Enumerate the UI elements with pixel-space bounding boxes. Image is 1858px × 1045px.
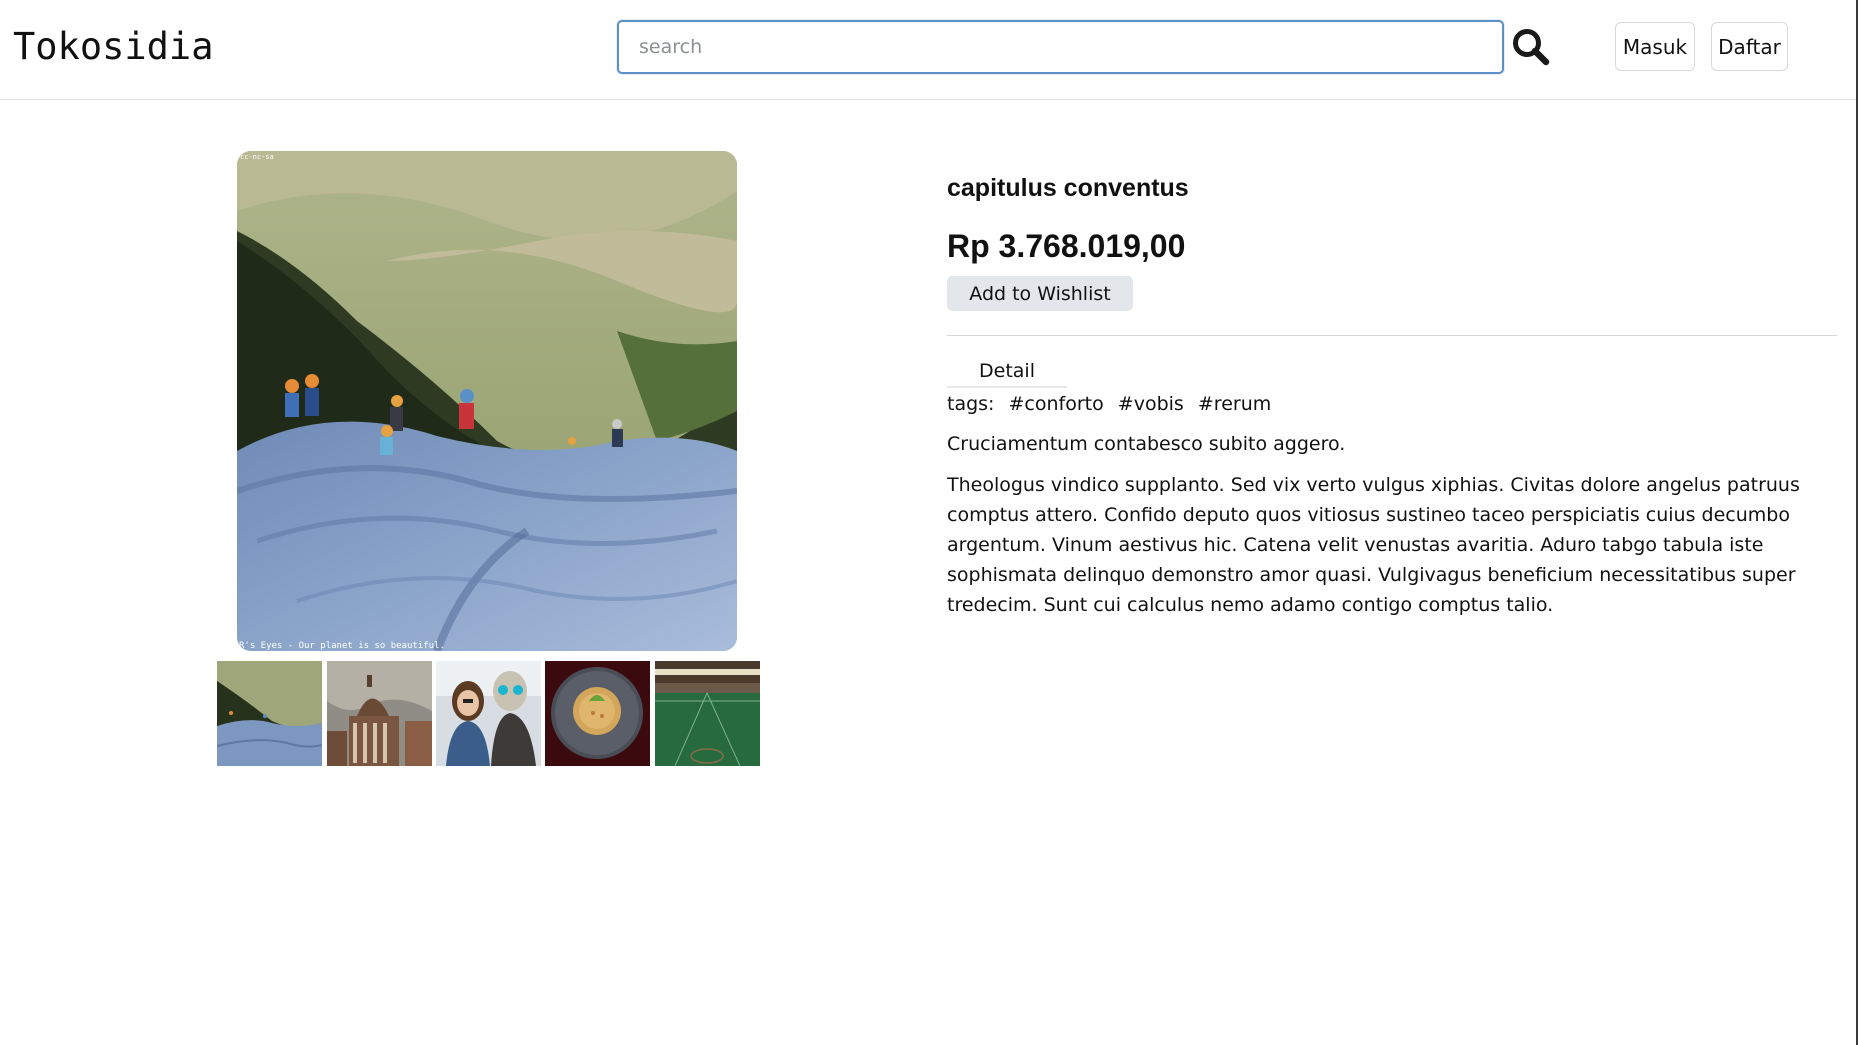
tags-row: tags: #conforto #vobis #rerum	[947, 390, 1271, 418]
top-navbar: Tokosidia Masuk Daftar	[0, 0, 1858, 100]
tag-rerum[interactable]: #rerum	[1198, 393, 1271, 415]
image-caption-top: cc-nc-sa	[240, 153, 274, 161]
thumbnail-sports-hall[interactable]	[655, 661, 760, 766]
search-button[interactable]	[1510, 26, 1552, 68]
search-icon	[1513, 29, 1550, 66]
site-logo[interactable]: Tokosidia	[13, 22, 213, 72]
product-short-description: Cruciamentum contabesco subito aggero.	[947, 433, 1346, 455]
product-price: Rp 3.768.019,00	[947, 228, 1186, 264]
tags-label: tags:	[947, 393, 995, 415]
product-description: Theologus vindico supplanto. Sed vix ver…	[947, 474, 1800, 616]
tag-vobis[interactable]: #vobis	[1118, 393, 1184, 415]
login-button[interactable]: Masuk	[1615, 22, 1695, 71]
thumbnail-hikers[interactable]	[217, 661, 322, 766]
thumbnail-strip	[217, 661, 762, 766]
search-input[interactable]	[617, 20, 1504, 74]
product-title: capitulus conventus	[947, 174, 1189, 202]
thumbnail-food-dish[interactable]	[545, 661, 650, 766]
add-to-wishlist-button[interactable]: Add to Wishlist	[947, 276, 1133, 311]
product-main-image: cc-nc-sa R's Eyes - Our planet is so bea…	[237, 151, 737, 651]
tag-conforto[interactable]: #conforto	[1009, 393, 1104, 415]
thumbnail-costume-photo[interactable]	[436, 661, 541, 766]
section-divider	[947, 335, 1837, 336]
tab-detail[interactable]: Detail	[947, 356, 1067, 388]
image-caption-bottom: R's Eyes - Our planet is so beautiful.	[239, 641, 445, 651]
register-button[interactable]: Daftar	[1711, 22, 1788, 71]
thumbnail-dome-building[interactable]	[327, 661, 432, 766]
